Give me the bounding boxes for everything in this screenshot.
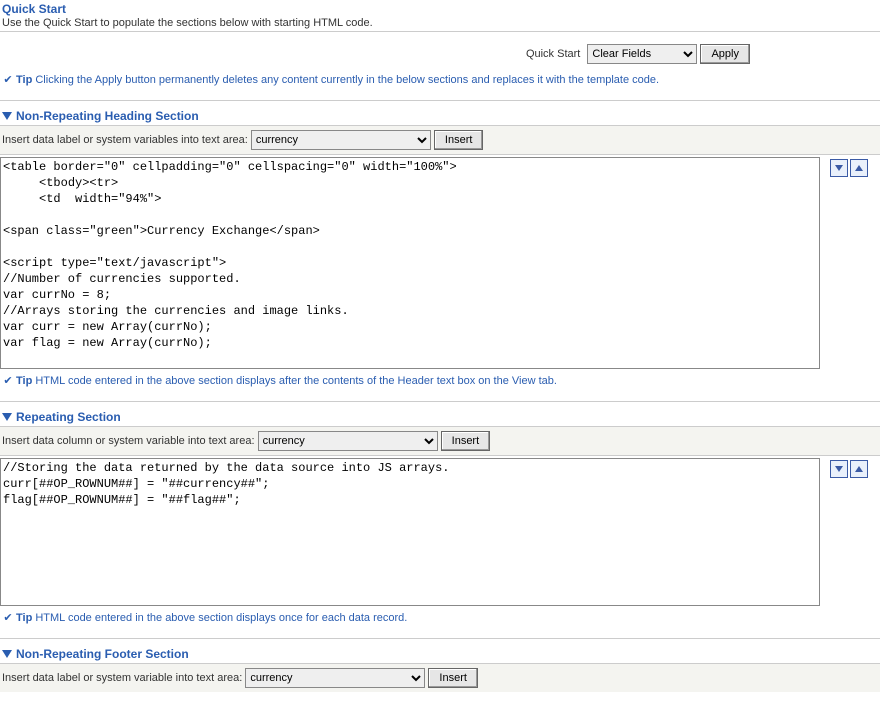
repeating-code-textarea[interactable]: [0, 458, 820, 606]
footer-variable-select[interactable]: currency: [245, 668, 425, 688]
repeating-insert-label: Insert data column or system variable in…: [2, 435, 255, 447]
footer-insert-button[interactable]: Insert: [428, 668, 478, 688]
tip-text: HTML code entered in the above section d…: [35, 375, 557, 387]
divider: [0, 100, 880, 101]
heading-code-textarea[interactable]: [0, 157, 820, 369]
heading-insert-row: Insert data label or system variables in…: [0, 126, 880, 155]
tip-text: Clicking the Apply button permanently de…: [35, 74, 659, 86]
footer-insert-label: Insert data label or system variable int…: [2, 672, 242, 684]
tip-text: HTML code entered in the above section d…: [35, 612, 407, 624]
repeating-variable-select[interactable]: currency: [258, 431, 438, 451]
repeating-tip: ✔Tip HTML code entered in the above sect…: [0, 608, 880, 628]
footer-section-header[interactable]: Non-Repeating Footer Section: [0, 645, 880, 664]
tip-label: Tip: [16, 74, 32, 86]
quick-start-subtitle: Use the Quick Start to populate the sect…: [0, 16, 880, 32]
disclosure-triangle-icon: [2, 112, 12, 120]
quick-start-controls: Quick Start Clear Fields Apply: [0, 32, 880, 70]
tip-icon: ✔: [2, 612, 14, 624]
disclosure-triangle-icon: [2, 650, 12, 658]
heading-insert-button[interactable]: Insert: [434, 130, 484, 150]
tip-icon: ✔: [2, 375, 14, 387]
quick-start-select[interactable]: Clear Fields: [587, 44, 697, 64]
repeating-section-title: Repeating Section: [16, 410, 121, 424]
heading-tip: ✔Tip HTML code entered in the above sect…: [0, 371, 880, 391]
heading-side-tools: [820, 157, 868, 177]
move-up-icon[interactable]: [850, 460, 868, 478]
quick-start-tip: ✔Tip Clicking the Apply button permanent…: [0, 70, 880, 90]
heading-variable-select[interactable]: currency: [251, 130, 431, 150]
move-up-icon[interactable]: [850, 159, 868, 177]
tip-icon: ✔: [2, 74, 14, 86]
heading-insert-label: Insert data label or system variables in…: [2, 134, 248, 146]
repeating-side-tools: [820, 458, 868, 478]
divider: [0, 638, 880, 639]
footer-insert-row: Insert data label or system variable int…: [0, 664, 880, 692]
quick-start-label: Quick Start: [526, 48, 580, 60]
move-down-icon[interactable]: [830, 460, 848, 478]
repeating-section-header[interactable]: Repeating Section: [0, 408, 880, 427]
tip-label: Tip: [16, 612, 32, 624]
divider: [0, 401, 880, 402]
footer-section-title: Non-Repeating Footer Section: [16, 647, 189, 661]
disclosure-triangle-icon: [2, 413, 12, 421]
heading-section-header[interactable]: Non-Repeating Heading Section: [0, 107, 880, 126]
repeating-insert-row: Insert data column or system variable in…: [0, 427, 880, 456]
repeating-insert-button[interactable]: Insert: [441, 431, 491, 451]
tip-label: Tip: [16, 375, 32, 387]
move-down-icon[interactable]: [830, 159, 848, 177]
heading-section-title: Non-Repeating Heading Section: [16, 109, 199, 123]
quick-start-title: Quick Start: [0, 0, 880, 16]
apply-button[interactable]: Apply: [700, 44, 750, 64]
